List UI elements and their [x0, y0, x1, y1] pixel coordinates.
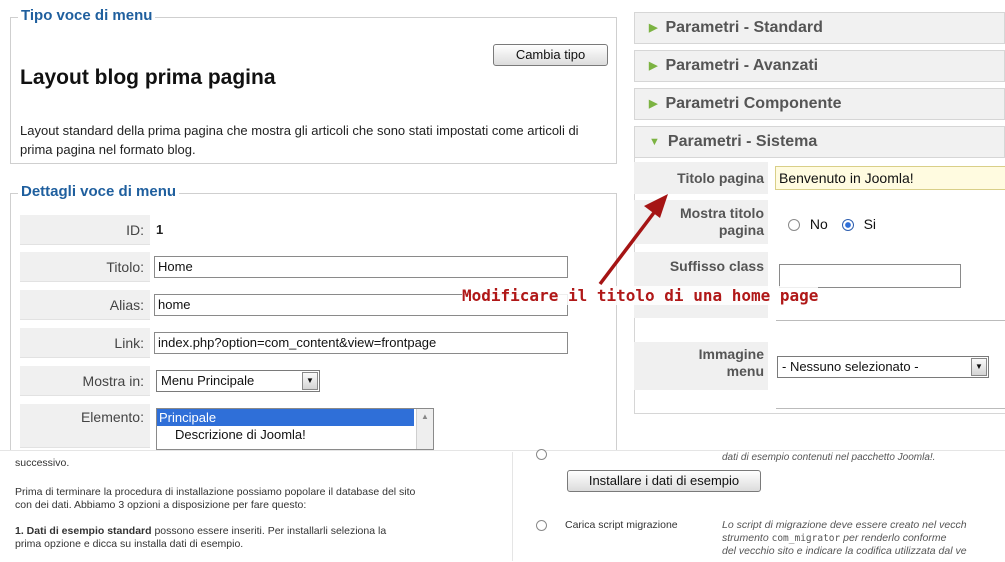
- detail-row-show-in: Mostra in: Menu Principale ▼: [20, 366, 610, 396]
- install-para3-rest: possono essere inseriti. Per installarli…: [151, 525, 387, 537]
- detail-row-title: Titolo: Home: [20, 252, 610, 282]
- image-label-line1: Immagine: [698, 346, 764, 362]
- migration-desc-2b: com_migrator: [771, 533, 841, 544]
- radio-sample-data[interactable]: [536, 449, 547, 460]
- title-input[interactable]: Home: [154, 256, 568, 278]
- title-label: Titolo:: [20, 252, 150, 282]
- annotation-text: Modificare il titolo di una home page: [462, 286, 819, 305]
- element-label: Elemento:: [20, 404, 150, 448]
- arrow-shaft: [598, 208, 658, 286]
- params-component-label: Parametri Componente: [665, 95, 842, 112]
- migration-desc-1: Lo script di migrazione deve essere crea…: [722, 519, 967, 531]
- image-divider: [776, 408, 1005, 409]
- listbox-scrollbar[interactable]: ▲: [416, 409, 433, 449]
- migration-desc-2: strumento com_migrator per renderlo conf…: [722, 532, 946, 545]
- install-para2-2: con dei dati. Abbiamo 3 opzioni a dispos…: [15, 499, 307, 511]
- install-sample-data-button[interactable]: Installare i dati di esempio: [567, 470, 761, 492]
- image-select[interactable]: - Nessuno selezionato - ▼: [777, 356, 989, 378]
- params-component-header[interactable]: ▶ Parametri Componente: [634, 88, 1005, 120]
- chevron-down-icon[interactable]: ▼: [302, 372, 318, 390]
- details-legend: Dettagli voce di menu: [18, 183, 180, 200]
- triangle-down-icon: ▼: [649, 136, 660, 148]
- chevron-down-icon[interactable]: ▼: [971, 358, 987, 376]
- triangle-right-icon: ▶: [649, 60, 658, 72]
- arrow-head-icon: [644, 194, 668, 218]
- show-in-value: Menu Principale: [161, 373, 255, 388]
- radio-migration[interactable]: [536, 520, 547, 531]
- params-advanced-header[interactable]: ▶ Parametri - Avanzati: [634, 50, 1005, 82]
- triangle-right-icon: ▶: [649, 22, 658, 34]
- page-title-input[interactable]: Benvenuto in Joomla!: [775, 166, 1005, 190]
- link-input[interactable]: index.php?option=com_content&view=frontp…: [154, 332, 568, 354]
- radio-si-label: Si: [863, 216, 877, 232]
- alias-label: Alias:: [20, 290, 150, 320]
- params-system-label: Parametri - Sistema: [667, 133, 818, 150]
- suffix-divider: [776, 320, 1005, 321]
- show-title-radios: No Si: [788, 216, 876, 232]
- install-para3-1: 1. Dati di esempio standard possono esse…: [15, 525, 386, 538]
- element-listbox[interactable]: Principale Descrizione di Joomla! ▲: [156, 408, 434, 450]
- migration-desc-3: del vecchio sito e indicare la codifica …: [722, 545, 967, 557]
- triangle-right-icon: ▶: [649, 98, 658, 110]
- id-label: ID:: [20, 215, 150, 245]
- annotation-arrow: [598, 194, 668, 286]
- show-in-label: Mostra in:: [20, 366, 150, 396]
- menu-type-description: Layout standard della prima pagina che m…: [20, 123, 579, 157]
- params-standard-header[interactable]: ▶ Parametri - Standard: [634, 12, 1005, 44]
- radio-si[interactable]: [841, 219, 854, 231]
- menu-type-legend: Tipo voce di menu: [18, 7, 156, 24]
- image-label: Immagine menu: [634, 342, 768, 390]
- detail-row-id: ID: 1: [20, 215, 610, 245]
- install-right-top: dati di esempio contenuti nel pacchetto …: [722, 452, 936, 463]
- link-label: Link:: [20, 328, 150, 358]
- show-in-select[interactable]: Menu Principale ▼: [156, 370, 320, 392]
- migration-label: Carica script migrazione: [565, 519, 678, 531]
- change-type-button[interactable]: Cambia tipo: [493, 44, 608, 66]
- params-advanced-label: Parametri - Avanzati: [665, 57, 819, 74]
- image-label-line2: menu: [726, 363, 764, 379]
- suffix-input[interactable]: [779, 264, 961, 288]
- element-option-principale[interactable]: Principale: [157, 409, 414, 426]
- element-option-descrizione[interactable]: Descrizione di Joomla!: [157, 426, 433, 443]
- install-para3-2: prima opzione e dicca su installa dati d…: [15, 538, 244, 550]
- install-para3-bold: 1. Dati di esempio standard: [15, 525, 152, 537]
- id-value: 1: [156, 222, 164, 237]
- menu-type-title: Layout blog prima pagina: [20, 66, 276, 89]
- migration-desc-2a: strumento: [722, 532, 772, 544]
- params-standard-label: Parametri - Standard: [665, 19, 823, 36]
- install-line1: successivo.: [15, 457, 70, 469]
- install-para2-1: Prima di terminare la procedura di insta…: [15, 486, 416, 498]
- radio-no[interactable]: [788, 219, 800, 231]
- install-divider: [512, 452, 513, 561]
- detail-row-element: Elemento: Principale Descrizione di Joom…: [20, 404, 610, 450]
- image-select-value: - Nessuno selezionato -: [782, 359, 919, 374]
- migration-desc-2c: per renderlo conforme: [840, 532, 947, 544]
- params-system-header[interactable]: ▼ Parametri - Sistema: [634, 126, 1005, 158]
- radio-no-label: No: [809, 216, 828, 232]
- detail-row-link: Link: index.php?option=com_content&view=…: [20, 328, 610, 358]
